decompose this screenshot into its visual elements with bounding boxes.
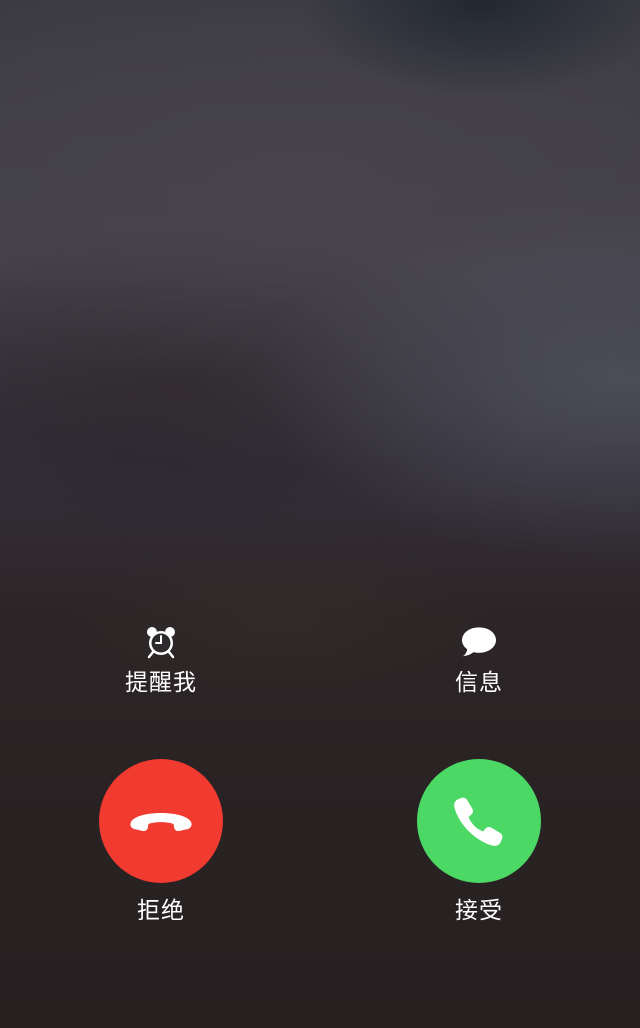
phone-icon [454, 797, 503, 846]
decline-circle[interactable] [99, 759, 223, 883]
message-label: 信息 [455, 670, 503, 696]
decline-label: 拒绝 [137, 898, 185, 924]
remind-me-button[interactable]: 提醒我 [81, 624, 241, 697]
accept-label: 接受 [455, 898, 503, 924]
decline-button[interactable]: 拒绝 [76, 759, 246, 925]
accept-circle[interactable] [417, 759, 541, 883]
phone-hangup-icon [130, 813, 192, 832]
message-button[interactable]: 信息 [399, 624, 559, 697]
remind-me-label: 提醒我 [125, 670, 197, 696]
speech-bubble-icon [461, 624, 497, 660]
alarm-clock-icon [143, 624, 179, 660]
accept-button[interactable]: 接受 [394, 759, 564, 925]
